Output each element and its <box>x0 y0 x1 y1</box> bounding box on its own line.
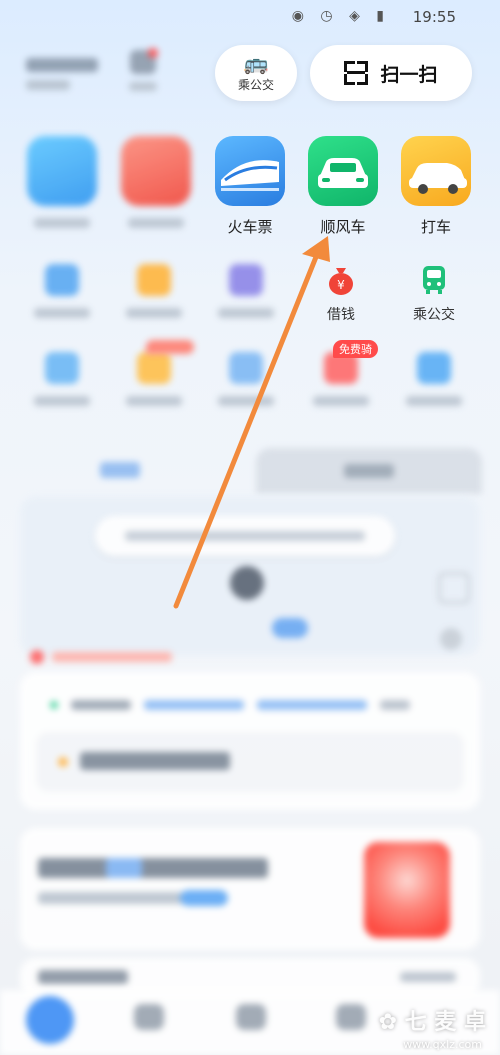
city-selector[interactable] <box>26 58 106 100</box>
shortcut-label <box>34 308 90 318</box>
status-icons: ◉ ◷ ◈ ▮ <box>291 8 390 24</box>
shortcut-3[interactable] <box>208 264 284 318</box>
castle-icon <box>229 264 263 296</box>
fullscreen-icon[interactable] <box>438 572 470 604</box>
bus-icon: 🚌 <box>243 51 269 75</box>
money-bag-icon: ¥ <box>324 264 358 296</box>
scan-button-label: 扫一扫 <box>380 63 438 86</box>
vehicle-marker-icon <box>272 618 308 638</box>
watermark-logo: ✿ 七 麦 卓 <box>378 1010 486 1035</box>
shortcut-label <box>126 308 182 318</box>
shortcut-6[interactable] <box>24 352 100 406</box>
promo-badge <box>146 340 194 354</box>
shortcut-label: 借钱 <box>327 307 355 323</box>
shortcut-free-ride[interactable]: 免费骑 <box>303 340 379 406</box>
shortcut-bus[interactable]: 乘公交 <box>396 264 472 324</box>
nav-home-icon[interactable] <box>26 996 74 1044</box>
taxi-icon <box>401 136 471 206</box>
battery-icon <box>417 352 451 384</box>
locate-icon[interactable] <box>440 628 462 650</box>
svg-text:¥: ¥ <box>337 278 345 292</box>
free-ride-badge: 免费骑 <box>333 340 378 358</box>
shortcut-label <box>218 396 274 406</box>
service-carpool[interactable]: 顺风车 <box>307 136 379 237</box>
bike-icon <box>27 136 97 206</box>
folder-icon <box>137 264 171 296</box>
service-label: 打车 <box>420 218 451 236</box>
bus-button-label: 乘公交 <box>237 78 274 92</box>
scan-icon <box>344 61 369 85</box>
carpool-icon <box>308 136 378 206</box>
service-train-ticket[interactable]: 火车票 <box>214 136 286 237</box>
safety-notice <box>30 646 190 668</box>
shortcut-7[interactable] <box>116 340 194 406</box>
tab-nearby[interactable] <box>80 456 160 484</box>
shortcut-label <box>406 396 462 406</box>
shortcut-label <box>126 396 182 406</box>
route-card[interactable] <box>20 672 480 810</box>
shortcut-label: 乘公交 <box>413 307 455 323</box>
ticket-icon <box>229 352 263 384</box>
service-bike[interactable] <box>26 136 98 228</box>
service-label: 顺风车 <box>320 218 366 236</box>
service-label: 火车票 <box>227 218 273 236</box>
status-time: 19:55 <box>412 8 456 26</box>
nav-item-icon[interactable] <box>134 1004 164 1030</box>
watermark-url: www.qxlz.com <box>403 1038 482 1051</box>
gift-icon <box>137 352 171 384</box>
shortcut-1[interactable] <box>24 264 100 318</box>
bus-button[interactable]: 🚌 乘公交 <box>215 45 297 101</box>
shortcut-label <box>34 396 90 406</box>
calendar-icon <box>45 352 79 384</box>
service-label <box>128 218 184 228</box>
service-label <box>34 218 90 228</box>
tab-other[interactable] <box>256 448 482 494</box>
train-icon <box>215 136 285 206</box>
route-origin <box>50 694 450 714</box>
service-taxi[interactable]: 打车 <box>400 136 472 237</box>
shortcut-8[interactable] <box>208 352 284 406</box>
promo-banner[interactable] <box>20 828 480 950</box>
shortcut-loan[interactable]: ¥ 借钱 <box>303 264 379 324</box>
nav-item-icon[interactable] <box>236 1004 266 1030</box>
service-car-rental[interactable] <box>120 136 192 228</box>
shortcut-2[interactable] <box>116 264 192 318</box>
red-envelope-icon <box>364 842 450 938</box>
alert-icon <box>30 649 44 664</box>
shortcut-label <box>313 396 369 406</box>
nav-item-icon[interactable] <box>336 1004 366 1030</box>
message-button[interactable] <box>126 48 160 100</box>
bus-icon <box>417 264 451 296</box>
person-icon <box>45 264 79 296</box>
shortcut-10[interactable] <box>396 352 472 406</box>
status-bar: ◉ ◷ ◈ ▮ 19:55 <box>0 0 500 36</box>
shortcut-label <box>218 308 274 318</box>
location-pill[interactable] <box>95 516 395 556</box>
car-rental-icon <box>121 136 191 206</box>
destination-input[interactable] <box>36 732 464 792</box>
scan-button[interactable]: 扫一扫 <box>310 45 472 101</box>
location-pin-icon <box>230 566 264 600</box>
